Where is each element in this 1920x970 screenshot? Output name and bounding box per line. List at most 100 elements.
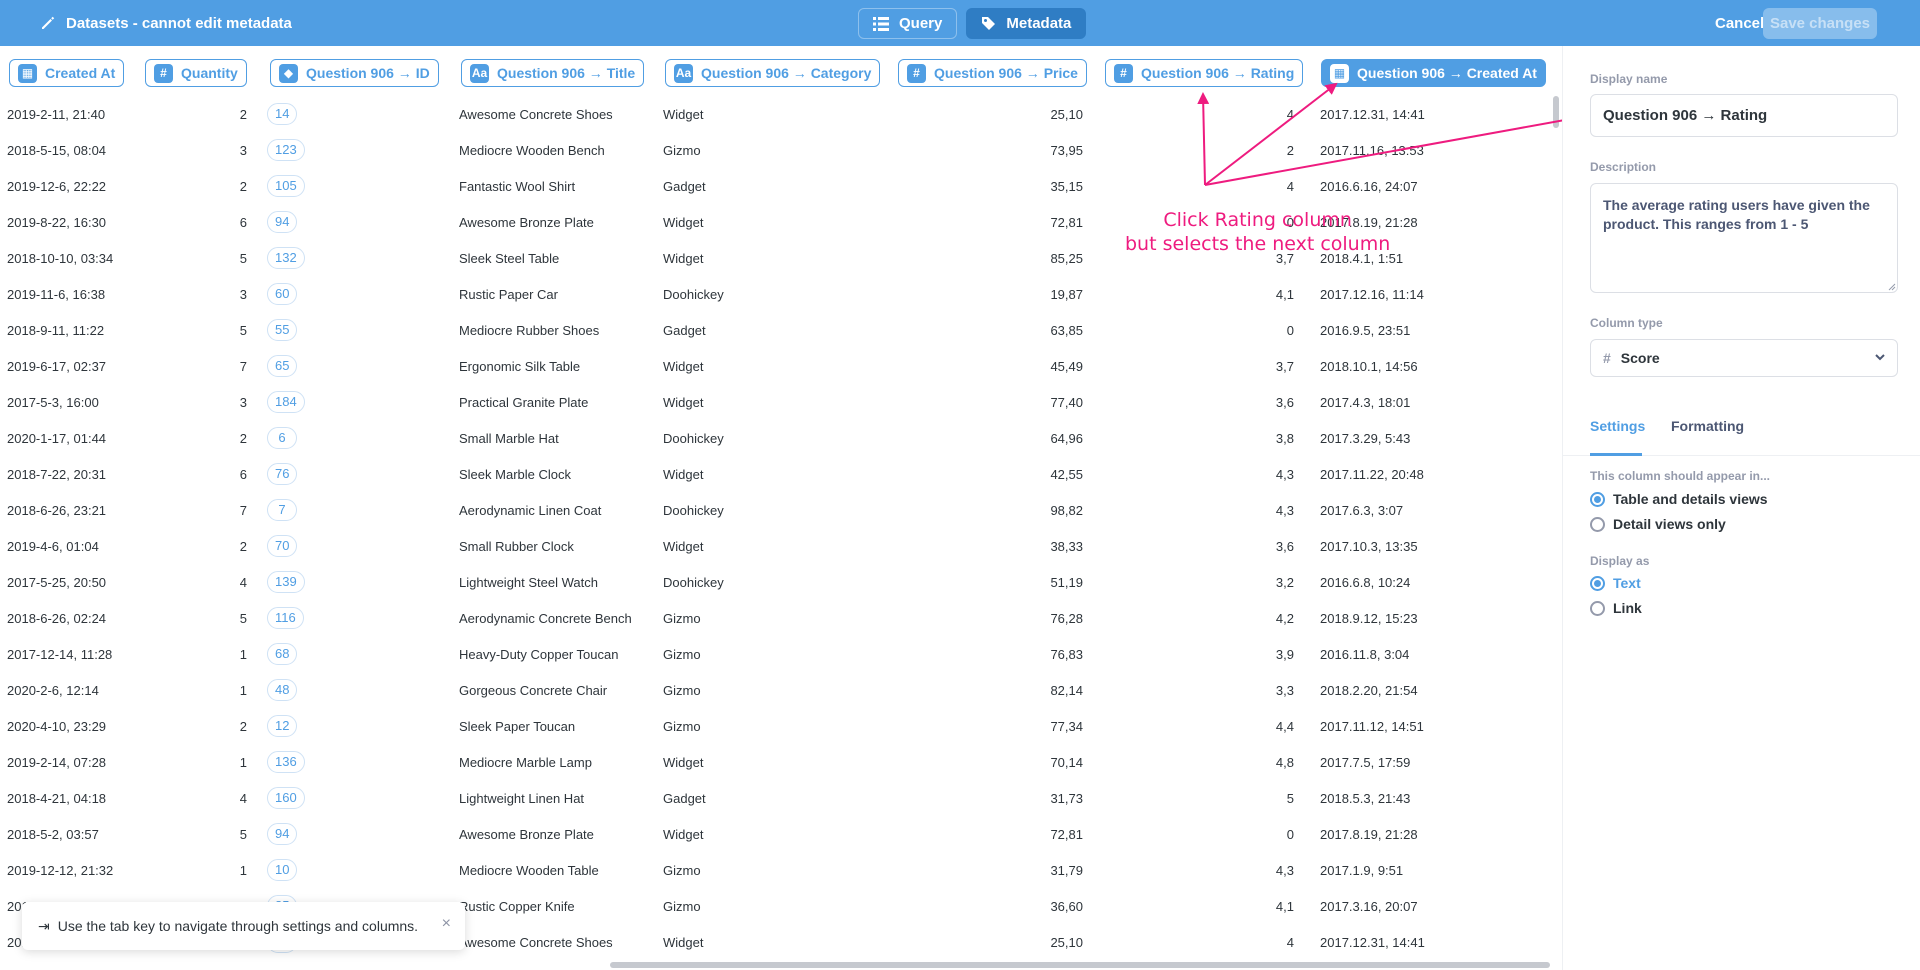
appear-in-label: This column should appear in... bbox=[1590, 469, 1771, 483]
cell-quantity: 5 bbox=[239, 250, 247, 266]
id-link[interactable]: 116 bbox=[267, 607, 304, 629]
cell-created-at: 2020-4-10, 23:29 bbox=[7, 718, 107, 734]
id-link[interactable]: 136 bbox=[267, 751, 305, 773]
id-link[interactable]: 132 bbox=[267, 247, 305, 269]
metadata-mode-button[interactable]: Metadata bbox=[966, 8, 1087, 39]
description-label: Description bbox=[1590, 160, 1657, 174]
save-changes-button[interactable]: Save changes bbox=[1763, 8, 1877, 39]
id-link[interactable]: 94 bbox=[267, 823, 298, 845]
column-type-label: Column type bbox=[1590, 316, 1663, 330]
radio-label: Table and details views bbox=[1613, 491, 1768, 507]
cell-created-at: 2017-5-25, 20:50 bbox=[7, 574, 107, 590]
cell-price: 70,14 bbox=[1050, 754, 1083, 770]
cell-category: Widget bbox=[663, 466, 704, 482]
tab-key-icon: ⇥ bbox=[38, 917, 50, 934]
id-link[interactable]: 48 bbox=[267, 679, 298, 701]
data-table: ▦ Created At # Quantity ◆ Question 906 → ID Aa… bbox=[0, 46, 1562, 970]
query-mode-button[interactable]: Query bbox=[858, 8, 958, 39]
column-header-price[interactable]: # Question 906 → Price bbox=[898, 59, 1087, 87]
cell-created-at: 2019-8-22, 16:30 bbox=[7, 214, 107, 230]
id-link[interactable]: 12 bbox=[267, 715, 298, 737]
column-header-id[interactable]: ◆ Question 906 → ID bbox=[270, 59, 439, 87]
cell-category: Widget bbox=[663, 538, 704, 554]
id-link[interactable]: 60 bbox=[267, 283, 298, 305]
id-link[interactable]: 68 bbox=[267, 643, 298, 665]
cell-rating: 3,7 bbox=[1275, 358, 1294, 374]
table-row: 2017-12-14, 11:28 1 68 Heavy-Duty Copper To… bbox=[0, 636, 1562, 672]
cell-category: Gizmo bbox=[663, 898, 701, 914]
table-row: 2019-12-6, 22:22 2 105 Fantastic Wool Shirt… bbox=[0, 168, 1562, 204]
cell-quantity: 2 bbox=[239, 178, 247, 194]
hash-icon: # bbox=[907, 63, 926, 83]
cell-price: 51,19 bbox=[1050, 574, 1083, 590]
id-link[interactable]: 139 bbox=[267, 571, 305, 593]
id-link[interactable]: 160 bbox=[267, 787, 305, 809]
column-type-select[interactable]: # Score bbox=[1590, 339, 1898, 377]
cell-quantity: 6 bbox=[239, 466, 247, 482]
table-row: 2018-5-15, 08:04 3 123 Mediocre Wooden Benc… bbox=[0, 132, 1562, 168]
display-name-input[interactable]: Question 906 → Rating bbox=[1590, 94, 1898, 137]
column-header-product-created-at[interactable]: ▦ Question 906 → Created At bbox=[1321, 59, 1546, 87]
cell-title: Aerodynamic Concrete Bench bbox=[459, 610, 632, 626]
table-row: 2020-1-17, 01:44 2 6 Small Marble Hat Doohic… bbox=[0, 420, 1562, 456]
radio-display-text[interactable]: Text bbox=[1590, 575, 1641, 591]
table-row: 2019-2-11, 21:40 2 14 Awesome Concrete Shoe… bbox=[0, 96, 1562, 132]
column-header-quantity[interactable]: # Quantity bbox=[145, 59, 247, 87]
table-row: 2018-7-22, 20:31 6 76 Sleek Marble Clock Wid… bbox=[0, 456, 1562, 492]
cell-category: Widget bbox=[663, 754, 704, 770]
cell-price: 77,40 bbox=[1050, 394, 1083, 410]
radio-display-link[interactable]: Link bbox=[1590, 600, 1642, 616]
top-bar: Datasets - cannot edit metadata Query Me… bbox=[0, 0, 1920, 46]
column-header-rating[interactable]: # Question 906 → Rating bbox=[1105, 59, 1304, 87]
cell-created-at: 2018-6-26, 02:24 bbox=[7, 610, 107, 626]
cell-id: 10 bbox=[267, 852, 327, 888]
cell-id: 123 bbox=[267, 132, 327, 168]
id-link[interactable]: 76 bbox=[267, 463, 298, 485]
radio-table-and-details[interactable]: Table and details views bbox=[1590, 491, 1768, 507]
table-header: ▦ Created At # Quantity ◆ Question 906 → ID Aa… bbox=[0, 46, 1562, 96]
column-header-created-at[interactable]: ▦ Created At bbox=[9, 59, 125, 87]
cell-price: 76,28 bbox=[1050, 610, 1083, 626]
tab-settings[interactable]: Settings bbox=[1590, 418, 1645, 456]
cell-created-at: 2018-10-10, 03:34 bbox=[7, 250, 114, 266]
column-header-label: Question 906 → Category bbox=[701, 65, 872, 81]
radio-label: Detail views only bbox=[1613, 516, 1726, 532]
column-header-title[interactable]: Aa Question 906 → Title bbox=[461, 59, 645, 87]
id-link[interactable]: 6 bbox=[267, 427, 297, 449]
radio-dot bbox=[1590, 600, 1605, 616]
cell-category: Gizmo bbox=[663, 142, 701, 158]
cell-quantity: 7 bbox=[239, 502, 247, 518]
tab-formatting[interactable]: Formatting bbox=[1671, 418, 1744, 456]
table-row: 2020-2-6, 12:14 1 48 Gorgeous Concrete Chai… bbox=[0, 672, 1562, 708]
annotation-line-1: Click Rating column bbox=[1163, 209, 1352, 231]
table-row: 2019-12-12, 21:32 1 10 Mediocre Wooden Tabl… bbox=[0, 852, 1562, 888]
id-link[interactable]: 184 bbox=[267, 391, 305, 413]
close-icon[interactable]: × bbox=[442, 915, 451, 933]
table-row: 2019-4-6, 01:04 2 70 Small Rubber Clock Widg… bbox=[0, 528, 1562, 564]
description-textarea[interactable]: The average rating users have given the … bbox=[1590, 183, 1898, 293]
resize-handle-icon[interactable] bbox=[1888, 283, 1896, 291]
id-link[interactable]: 10 bbox=[267, 859, 298, 881]
display-as-label: Display as bbox=[1590, 554, 1650, 568]
id-link[interactable]: 7 bbox=[267, 499, 297, 521]
id-link[interactable]: 105 bbox=[267, 175, 305, 197]
radio-detail-views-only[interactable]: Detail views only bbox=[1590, 516, 1726, 532]
id-link[interactable]: 65 bbox=[267, 355, 298, 377]
id-link[interactable]: 70 bbox=[267, 535, 298, 557]
id-link[interactable]: 55 bbox=[267, 319, 298, 341]
vertical-scrollbar[interactable] bbox=[1553, 96, 1559, 128]
id-link[interactable]: 123 bbox=[267, 139, 305, 161]
cell-id: 94 bbox=[267, 204, 327, 240]
cell-title: Awesome Bronze Plate bbox=[459, 826, 594, 842]
id-link[interactable]: 94 bbox=[267, 211, 298, 233]
cell-created-at: 2018-5-15, 08:04 bbox=[7, 142, 107, 158]
cell-title: Practical Granite Plate bbox=[459, 394, 589, 410]
id-link[interactable]: 14 bbox=[267, 103, 298, 125]
horizontal-scrollbar[interactable] bbox=[610, 962, 1550, 968]
cell-category: Widget bbox=[663, 394, 704, 410]
cell-category: Gizmo bbox=[663, 646, 701, 662]
column-header-category[interactable]: Aa Question 906 → Category bbox=[665, 59, 881, 87]
cell-quantity: 4 bbox=[239, 790, 247, 806]
cell-price: 77,34 bbox=[1050, 718, 1083, 734]
cell-rating: 4,1 bbox=[1275, 286, 1294, 302]
